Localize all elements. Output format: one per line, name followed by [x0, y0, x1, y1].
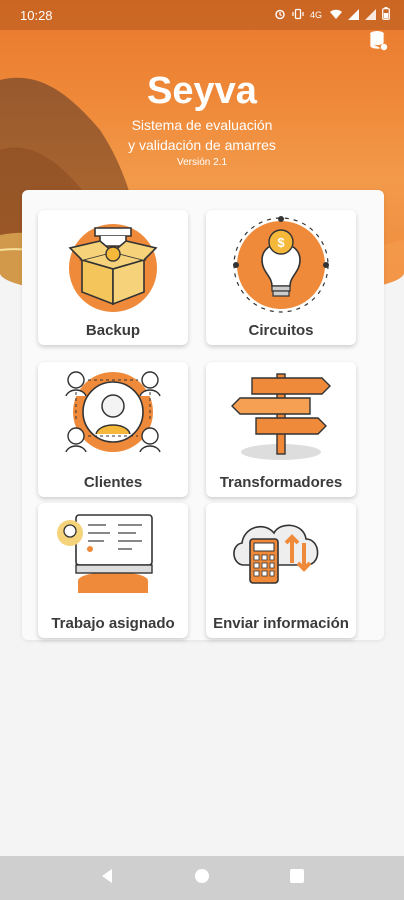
- back-icon[interactable]: [99, 868, 115, 889]
- signal-icon: [365, 8, 376, 23]
- clientes-label: Clientes: [83, 474, 143, 491]
- system-navigation-bar: [0, 856, 404, 900]
- status-time: 10:28: [20, 7, 53, 23]
- circuitos-label: Circuitos: [248, 322, 314, 339]
- clientes-card[interactable]: Clientes: [38, 362, 188, 497]
- svg-text:4G: 4G: [310, 10, 322, 20]
- enviar-informacion-label: Enviar información: [213, 615, 349, 632]
- database-button[interactable]: [368, 30, 388, 52]
- signal-icon: [348, 8, 359, 23]
- home-icon[interactable]: [194, 868, 210, 889]
- trabajo-asignado-card[interactable]: Trabajo asignado: [38, 503, 188, 638]
- vibrate-icon: [292, 8, 304, 23]
- app-subtitle-line1: Sistema de evaluación: [131, 117, 273, 133]
- app-subtitle-line2: y validación de amarres: [128, 137, 276, 153]
- recents-icon[interactable]: [289, 868, 305, 889]
- database-icon: [369, 31, 388, 51]
- alarm-icon: [274, 8, 286, 23]
- backup-label: Backup: [85, 322, 141, 339]
- transformadores-card[interactable]: Transformadores: [206, 362, 356, 497]
- battery-icon: [382, 7, 390, 23]
- assigned-work-icon: [57, 514, 153, 593]
- status-bar: 10:28 4G: [0, 0, 404, 30]
- wifi-icon: [330, 8, 342, 23]
- transformadores-label: Transformadores: [219, 474, 343, 491]
- cloud-upload-icon: [233, 524, 319, 584]
- app-title: Seyva: [147, 70, 257, 112]
- circuitos-card[interactable]: $ Circuitos: [206, 210, 356, 345]
- customer-network-icon: [65, 371, 161, 453]
- backup-card[interactable]: Backup: [38, 210, 188, 345]
- open-box-icon: [54, 224, 172, 312]
- enviar-informacion-card[interactable]: Enviar información: [206, 503, 356, 638]
- app-version: Versión 2.1: [176, 157, 228, 168]
- lightbulb-coin-icon: $: [233, 216, 329, 313]
- network-icon: 4G: [310, 8, 324, 23]
- svg-text:$: $: [277, 235, 285, 250]
- menu-panel: Backup $ Circuitos Clientes Transformado…: [22, 190, 384, 640]
- trabajo-asignado-label: Trabajo asignado: [51, 615, 175, 632]
- signpost-icon: [231, 373, 331, 460]
- status-icons: 4G: [274, 7, 390, 23]
